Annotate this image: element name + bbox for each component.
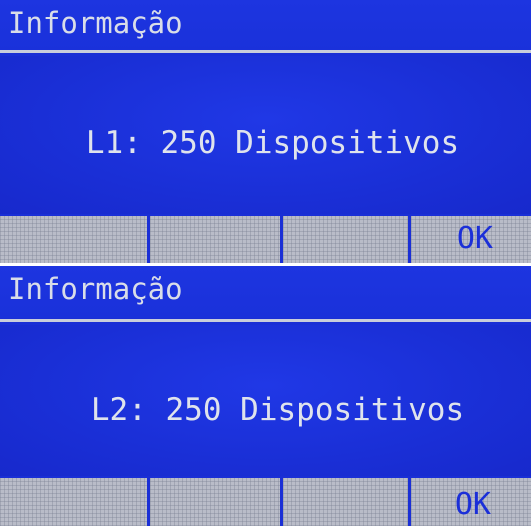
softkey-1[interactable]: [0, 478, 150, 526]
ok-button-label: OK: [456, 221, 493, 256]
device-count-message: L1: 250 Dispositivos: [85, 125, 460, 161]
header-divider: [0, 319, 531, 322]
header-divider: [0, 50, 531, 53]
ok-button[interactable]: OK: [411, 478, 531, 526]
softkey-3[interactable]: [283, 216, 411, 263]
ok-button[interactable]: OK: [411, 216, 531, 263]
lcd-header: Informação: [0, 266, 531, 318]
softkey-1[interactable]: [0, 216, 150, 263]
lcd-screen-loop2: Informação L2: 250 Dispositivos OK: [0, 266, 531, 526]
ok-button-label: OK: [454, 487, 491, 522]
device-count-message: L2: 250 Dispositivos: [90, 392, 465, 428]
softkey-bar: OK: [0, 478, 531, 526]
softkey-2[interactable]: [150, 478, 283, 526]
dialog-body: L2: 250 Dispositivos: [0, 325, 531, 476]
dialog-body: L1: 250 Dispositivos: [0, 56, 531, 214]
softkey-3[interactable]: [283, 478, 411, 526]
dialog-title: Informação: [8, 6, 183, 40]
softkey-bar: OK: [0, 216, 531, 263]
lcd-screen-loop1: Informação L1: 250 Dispositivos OK: [0, 0, 531, 263]
lcd-header: Informação: [0, 0, 531, 52]
dialog-title: Informação: [8, 272, 183, 306]
softkey-2[interactable]: [150, 216, 283, 263]
